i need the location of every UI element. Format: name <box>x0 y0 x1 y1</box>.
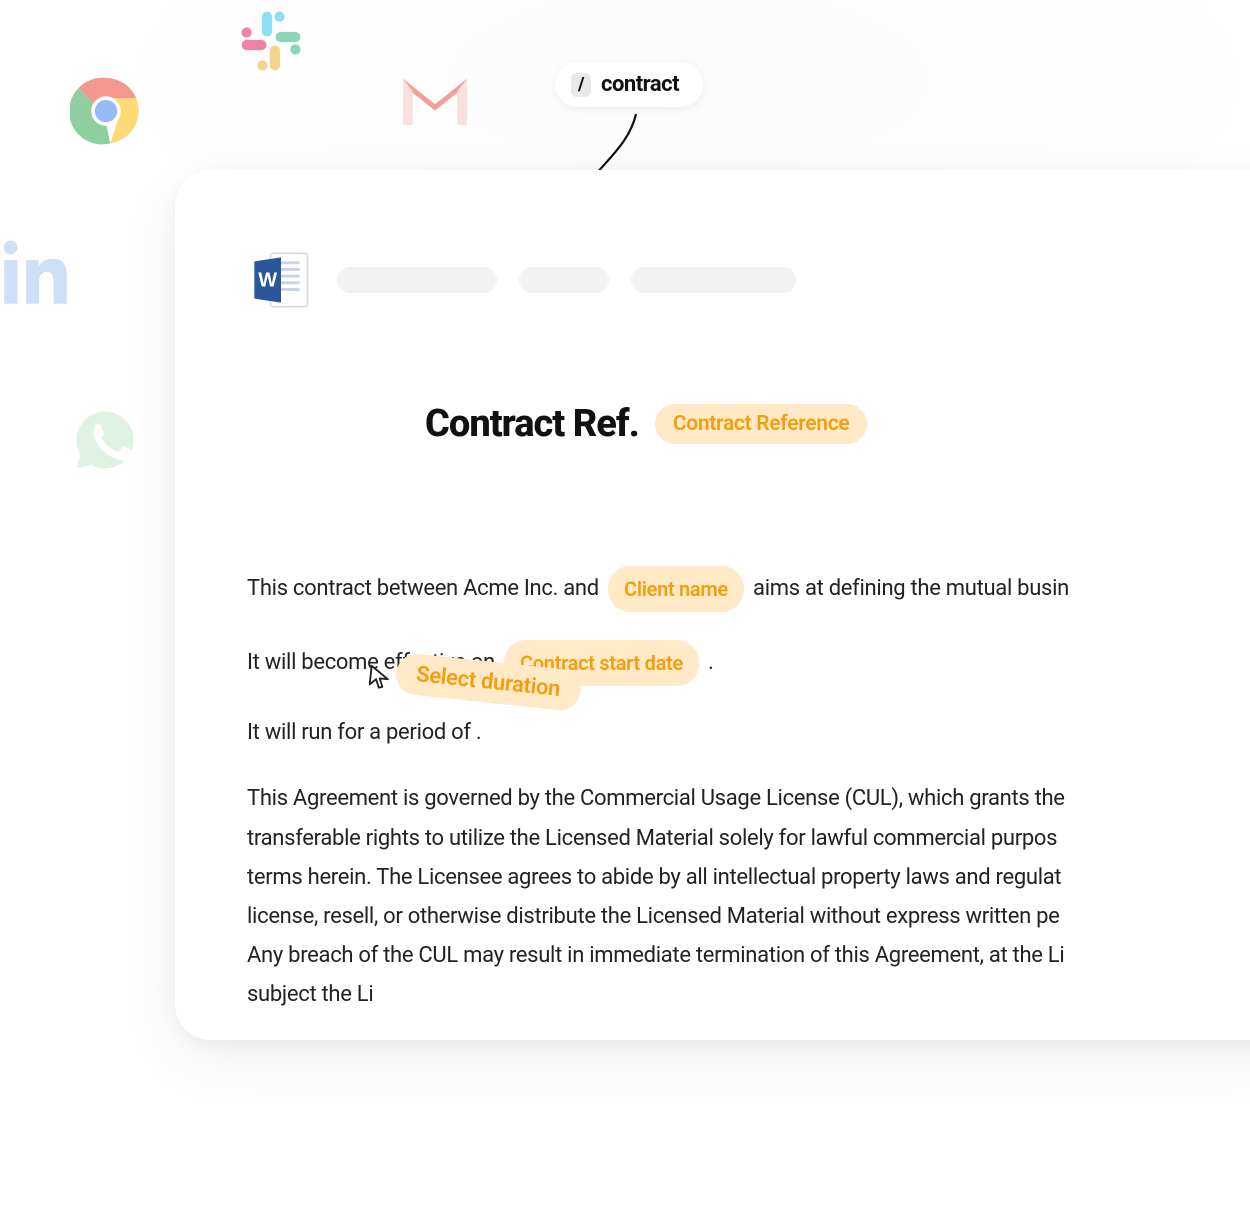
gmail-icon <box>395 70 475 132</box>
body-para-4: This Agreement is governed by the Commer… <box>247 779 1250 1014</box>
token-contract-reference[interactable]: Contract Reference <box>655 404 868 444</box>
text-span: . <box>703 650 714 675</box>
skeleton-placeholder <box>631 267 796 293</box>
ms-word-icon: W <box>247 248 315 312</box>
linkedin-icon <box>0 235 73 310</box>
document-title: Contract Ref. <box>425 402 639 446</box>
slack-icon <box>235 5 307 77</box>
cursor-icon <box>364 661 395 692</box>
body-line-3: It will run for a period of . <box>247 714 1250 751</box>
text-span: transferable rights to utilize the Licen… <box>247 826 1057 851</box>
whatsapp-icon <box>70 405 140 475</box>
svg-text:W: W <box>258 270 277 292</box>
token-client-name[interactable]: Client name <box>608 566 744 612</box>
chrome-icon <box>70 75 142 147</box>
text-span: subject the Li <box>247 982 373 1007</box>
text-span: license, resell, or otherwise distribute… <box>247 904 1060 929</box>
document-header: W <box>247 248 1250 312</box>
text-span: Any breach of the CUL may result in imme… <box>247 943 1064 968</box>
slash-command-pill[interactable]: / contract <box>555 62 703 107</box>
skeleton-placeholder <box>337 267 497 293</box>
text-span: aims at defining the mutual busin <box>748 576 1069 601</box>
body-line-1: This contract between Acme Inc. and Clie… <box>247 566 1250 612</box>
slash-command-text: contract <box>601 72 679 97</box>
text-span: This Agreement is governed by the Commer… <box>247 786 1065 811</box>
text-span: This contract between Acme Inc. and <box>247 576 604 601</box>
slash-key-icon: / <box>571 73 591 97</box>
text-span: terms herein. The Licensee agrees to abi… <box>247 865 1061 890</box>
document-body: This contract between Acme Inc. and Clie… <box>247 566 1250 1014</box>
document-card: W Contract Ref. Contract Reference This … <box>175 170 1250 1040</box>
skeleton-placeholder <box>519 267 609 293</box>
document-title-row: Contract Ref. Contract Reference <box>425 402 1250 446</box>
